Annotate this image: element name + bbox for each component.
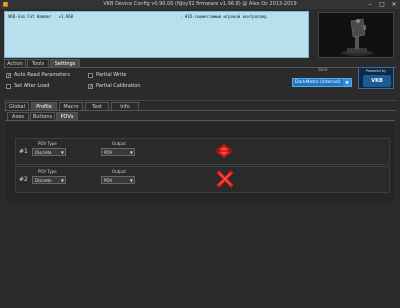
partial-write-checkbox[interactable] [88, 73, 93, 78]
sub-tab-divider [5, 120, 395, 121]
tab-axes[interactable]: Axes [7, 112, 29, 120]
pov-disabled-icon[interactable] [216, 170, 234, 192]
tab-divider [4, 67, 396, 68]
section-divider [4, 100, 396, 101]
output-label: Output [112, 141, 126, 146]
output-select[interactable]: POV ▼ [101, 176, 135, 184]
pov-type-label: POV Type [38, 141, 57, 146]
chevron-down-icon: ▼ [343, 79, 351, 86]
chevron-down-icon: ▼ [60, 150, 64, 155]
close-button[interactable]: ✕ [388, 0, 400, 9]
joystick-image [318, 12, 394, 58]
main-tab-divider [4, 110, 396, 111]
skin-value: DarkMetro (internal) [295, 80, 341, 85]
powered-by-box: Powered by VKB [358, 67, 394, 89]
output-label: Output [112, 169, 126, 174]
pov-type-value: Discrete [35, 150, 52, 155]
tab-global[interactable]: Global [5, 102, 29, 110]
output-value: POV [104, 150, 113, 155]
minimize-button[interactable]: – [364, 0, 376, 9]
output-select[interactable]: POV ▼ [101, 148, 135, 156]
skin-label: Skin [318, 68, 328, 73]
pov-type-select[interactable]: Discrete ▼ [32, 148, 66, 156]
chevron-down-icon: ▼ [60, 178, 64, 183]
output-value: POV [104, 178, 113, 183]
device-info-panel[interactable]: VKB-Sim Fat Hammer v1.96B : HID-совмести… [4, 11, 309, 58]
pov-row: #1 POV Type Discrete ▼ Output POV ▼ [15, 138, 390, 165]
pov-number: #1 [19, 148, 28, 155]
pov-type-value: Discrete [35, 178, 52, 183]
powered-by-label: Powered by [365, 69, 387, 73]
set-after-load-label: Set After Load [14, 83, 50, 89]
tab-tools[interactable]: Tools [27, 59, 49, 67]
pov-number: #2 [19, 176, 28, 183]
tab-info[interactable]: Info [111, 102, 139, 110]
partial-calibration-label: Partial Calibration [96, 83, 141, 89]
pov-type-label: POV Type [38, 169, 57, 174]
maximize-button[interactable]: □ [376, 0, 388, 9]
skin-select[interactable]: DarkMetro (internal) ▼ [292, 78, 352, 87]
tab-test[interactable]: Test [85, 102, 109, 110]
tab-action[interactable]: Action [4, 59, 26, 67]
chevron-down-icon: ▼ [129, 178, 133, 183]
tab-macro[interactable]: Macro [59, 102, 83, 110]
chevron-down-icon: ▼ [129, 150, 133, 155]
tab-profile[interactable]: Profile [31, 102, 57, 110]
pov-active-icon[interactable] [214, 143, 234, 163]
partial-write-label: Partial Write [96, 72, 127, 78]
set-after-load-checkbox[interactable] [6, 84, 11, 89]
tab-povs[interactable]: POVs [56, 112, 78, 120]
tab-settings[interactable]: Settings [50, 59, 80, 67]
pov-row: #2 POV Type Discrete ▼ Output POV ▼ [15, 166, 390, 193]
device-description: : HID-совместимый игровой контроллер [180, 14, 267, 19]
auto-read-label: Auto Read Parameters [14, 72, 70, 78]
pov-type-select[interactable]: Discrete ▼ [32, 176, 66, 184]
partial-calibration-checkbox[interactable]: ✓ [88, 84, 93, 90]
tab-buttons[interactable]: Buttons [30, 112, 55, 120]
window-title: VKB Device Config v0.90.00 (NJoy32 firmw… [103, 1, 297, 7]
vkb-logo: VKB [363, 75, 391, 87]
auto-read-checkbox[interactable]: ✓ [6, 73, 11, 79]
device-name: VKB-Sim Fat Hammer v1.96B [8, 14, 74, 19]
